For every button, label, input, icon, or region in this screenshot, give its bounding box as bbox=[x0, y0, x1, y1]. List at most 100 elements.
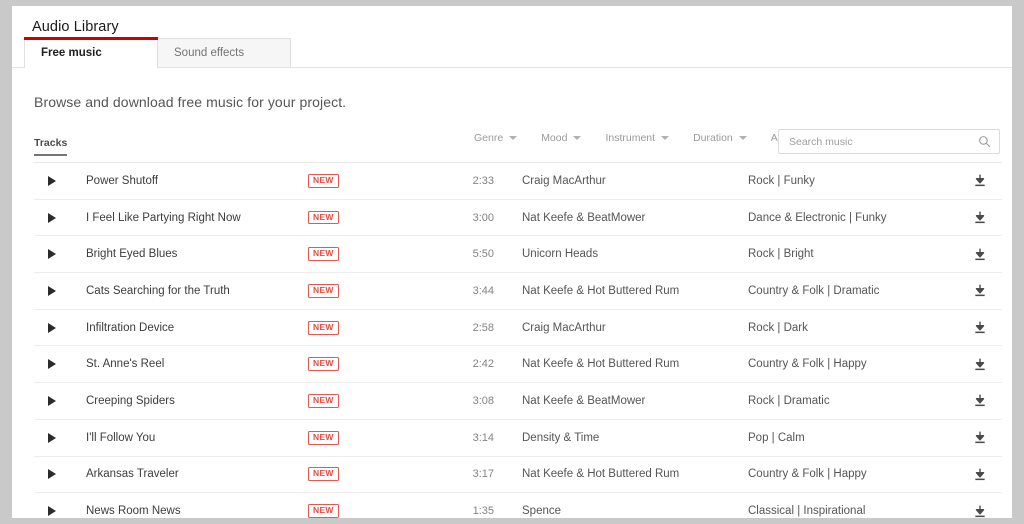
table-row[interactable]: Cats Searching for the Truth NEW 3:44 Nat K… bbox=[34, 273, 1002, 310]
badge-cell: NEW bbox=[308, 173, 428, 188]
track-list: Power Shutoff NEW 2:33 Craig MacArthur Rock … bbox=[34, 163, 1002, 518]
track-title[interactable]: Bright Eyed Blues bbox=[68, 248, 308, 260]
play-button[interactable] bbox=[34, 432, 68, 443]
status-badge: NEW bbox=[308, 357, 339, 372]
chevron-down-icon bbox=[661, 136, 670, 140]
track-title[interactable]: St. Anne's Reel bbox=[68, 358, 308, 370]
download-icon bbox=[975, 358, 985, 370]
table-row[interactable]: I Feel Like Partying Right Now NEW 3:00 Nat… bbox=[34, 200, 1002, 237]
track-artist: Nat Keefe & Hot Buttered Rum bbox=[522, 358, 680, 371]
status-badge: NEW bbox=[308, 430, 339, 445]
table-row[interactable]: Arkansas Traveler NEW 3:17 Nat Keefe & Hot … bbox=[34, 457, 1002, 494]
play-icon bbox=[48, 249, 56, 260]
download-button[interactable] bbox=[958, 283, 1002, 298]
tab-sound-effects[interactable]: Sound effects bbox=[157, 38, 291, 67]
chevron-down-icon bbox=[573, 136, 582, 140]
filter-duration[interactable]: Duration bbox=[693, 132, 747, 144]
download-icon bbox=[975, 505, 985, 517]
play-icon bbox=[48, 285, 56, 296]
table-row[interactable]: Power Shutoff NEW 2:33 Craig MacArthur Rock … bbox=[34, 163, 1002, 200]
track-duration: 3:14 bbox=[472, 431, 494, 444]
track-title[interactable]: Arkansas Traveler bbox=[68, 468, 308, 480]
table-row[interactable]: News Room News NEW 1:35 Spence Classical | I… bbox=[34, 493, 1002, 518]
tab-label: Sound effects bbox=[174, 47, 245, 59]
track-artist: Craig MacArthur bbox=[522, 174, 606, 187]
download-icon bbox=[975, 175, 985, 187]
track-artist: Nat Keefe & Hot Buttered Rum bbox=[522, 284, 680, 297]
play-button[interactable] bbox=[34, 506, 68, 517]
filter-label: Genre bbox=[474, 132, 504, 144]
column-header-tracks[interactable]: Tracks bbox=[34, 137, 68, 156]
track-title[interactable]: I'll Follow You bbox=[68, 432, 308, 444]
badge-cell: NEW bbox=[308, 283, 428, 298]
track-duration: 1:35 bbox=[472, 505, 494, 518]
download-icon bbox=[975, 395, 985, 407]
track-duration: 3:44 bbox=[472, 284, 494, 297]
filter-mood[interactable]: Mood bbox=[541, 132, 582, 144]
download-button[interactable] bbox=[958, 357, 1002, 372]
play-button[interactable] bbox=[34, 212, 68, 223]
track-artist: Craig MacArthur bbox=[522, 321, 606, 334]
track-artist: Nat Keefe & Hot Buttered Rum bbox=[522, 468, 680, 481]
download-icon bbox=[975, 321, 985, 334]
track-duration: 2:42 bbox=[472, 358, 494, 371]
play-button[interactable] bbox=[34, 249, 68, 260]
track-duration: 5:50 bbox=[472, 248, 494, 261]
track-title[interactable]: Infiltration Device bbox=[68, 322, 308, 334]
play-button[interactable] bbox=[34, 285, 68, 296]
download-button[interactable] bbox=[958, 173, 1002, 188]
download-icon bbox=[975, 468, 985, 480]
track-title[interactable]: I Feel Like Partying Right Now bbox=[68, 212, 308, 224]
status-badge: NEW bbox=[308, 320, 339, 335]
tab-bar: Free music Sound effects bbox=[12, 37, 1012, 68]
audio-library-window: Audio Library Free music Sound effects Br… bbox=[12, 6, 1012, 518]
table-row[interactable]: Infiltration Device NEW 2:58 Craig MacArthu… bbox=[34, 310, 1002, 347]
chevron-down-icon bbox=[509, 136, 518, 140]
play-button[interactable] bbox=[34, 322, 68, 333]
play-button[interactable] bbox=[34, 359, 68, 370]
download-button[interactable] bbox=[958, 430, 1002, 445]
download-button[interactable] bbox=[958, 210, 1002, 225]
table-row[interactable]: Creeping Spiders NEW 3:08 Nat Keefe & BeatM… bbox=[34, 383, 1002, 420]
table-row[interactable]: St. Anne's Reel NEW 2:42 Nat Keefe & Hot Bu… bbox=[34, 346, 1002, 384]
status-badge: NEW bbox=[308, 210, 339, 225]
play-icon bbox=[48, 175, 56, 186]
filter-bar: Tracks GenreMoodInstrumentDurationAttrib… bbox=[34, 129, 1002, 163]
download-button[interactable] bbox=[958, 504, 1002, 518]
play-icon bbox=[48, 469, 56, 480]
play-button[interactable] bbox=[34, 469, 68, 480]
track-title[interactable]: Cats Searching for the Truth bbox=[68, 285, 308, 297]
download-button[interactable] bbox=[958, 393, 1002, 408]
track-duration: 3:00 bbox=[472, 211, 494, 224]
table-row[interactable]: I'll Follow You NEW 3:14 Density & Time Pop … bbox=[34, 420, 1002, 457]
badge-cell: NEW bbox=[308, 247, 428, 262]
badge-cell: NEW bbox=[308, 504, 428, 518]
status-badge: NEW bbox=[308, 247, 339, 262]
download-button[interactable] bbox=[958, 320, 1002, 335]
filter-instrument[interactable]: Instrument bbox=[605, 132, 670, 144]
track-duration: 3:08 bbox=[472, 394, 494, 407]
status-badge: NEW bbox=[308, 467, 339, 482]
track-genre: Rock | Dramatic bbox=[748, 394, 830, 407]
search-box[interactable] bbox=[778, 129, 1000, 154]
play-button[interactable] bbox=[34, 175, 68, 186]
status-badge: NEW bbox=[308, 283, 339, 298]
track-genre: Classical | Inspirational bbox=[748, 505, 866, 518]
status-badge: NEW bbox=[308, 504, 339, 518]
download-button[interactable] bbox=[958, 467, 1002, 482]
tab-free-music[interactable]: Free music bbox=[24, 37, 158, 68]
track-title[interactable]: News Room News bbox=[68, 505, 308, 517]
play-icon bbox=[48, 212, 56, 223]
play-icon bbox=[48, 359, 56, 370]
filter-genre[interactable]: Genre bbox=[474, 132, 518, 144]
table-row[interactable]: Bright Eyed Blues NEW 5:50 Unicorn Heads Roc… bbox=[34, 236, 1002, 274]
track-duration: 2:33 bbox=[472, 174, 494, 187]
track-title[interactable]: Creeping Spiders bbox=[68, 395, 308, 407]
download-button[interactable] bbox=[958, 247, 1002, 262]
status-badge: NEW bbox=[308, 173, 339, 188]
page-title: Audio Library bbox=[32, 19, 119, 35]
search-input[interactable] bbox=[789, 135, 978, 148]
track-duration: 3:17 bbox=[472, 468, 494, 481]
play-button[interactable] bbox=[34, 395, 68, 406]
track-title[interactable]: Power Shutoff bbox=[68, 175, 308, 187]
